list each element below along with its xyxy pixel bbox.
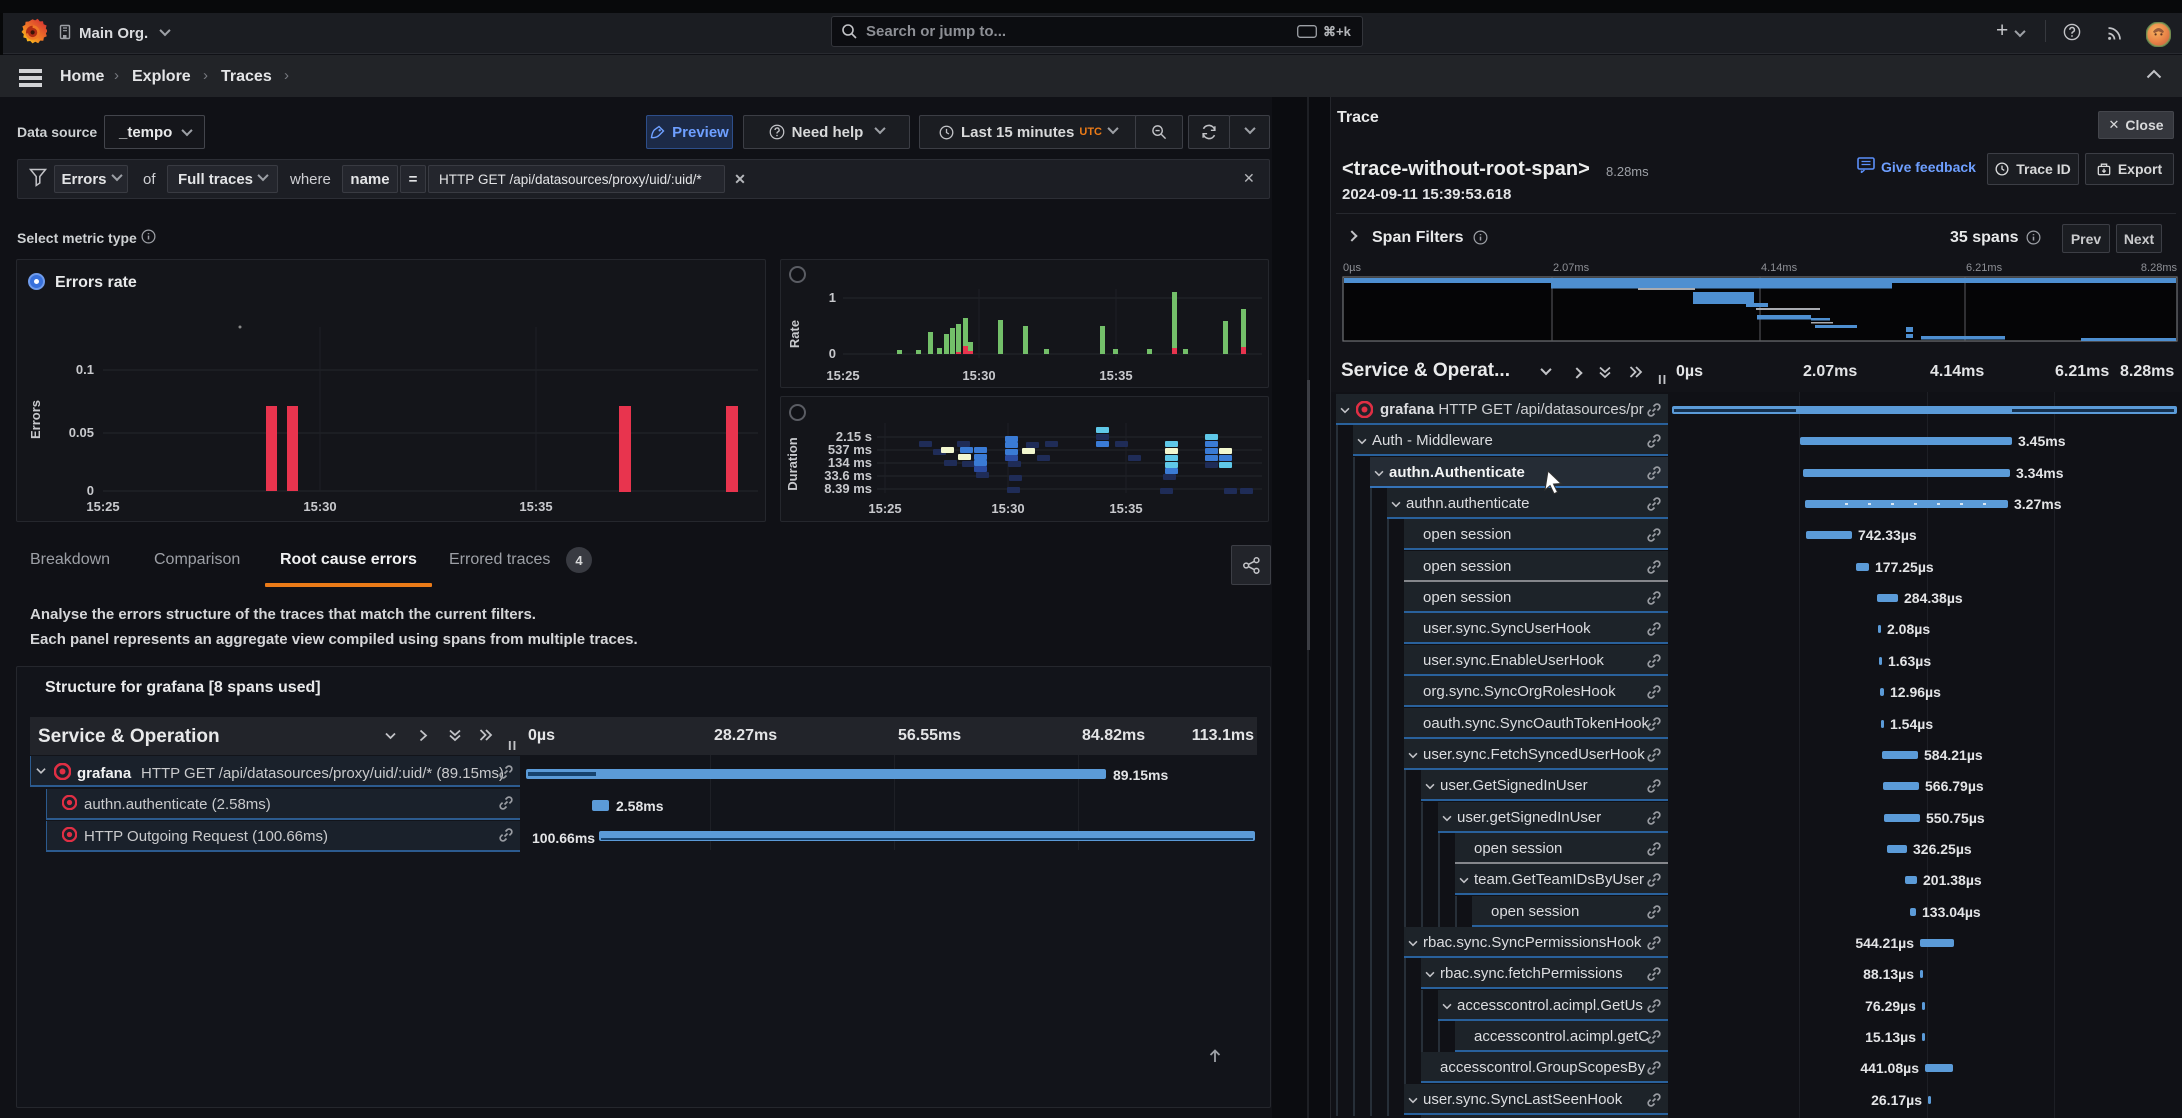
svg-text:0.1: 0.1 <box>76 362 94 377</box>
svg-text:8.28ms: 8.28ms <box>2141 262 2178 274</box>
svg-text:0.05: 0.05 <box>69 425 94 440</box>
svg-text:0µs: 0µs <box>1343 262 1361 274</box>
svg-text:15:35: 15:35 <box>1099 368 1132 383</box>
svg-text:1: 1 <box>829 290 836 305</box>
svg-text:Errors: Errors <box>28 400 43 439</box>
svg-text:0: 0 <box>87 483 94 498</box>
svg-text:15:35: 15:35 <box>1109 501 1142 516</box>
svg-text:15:30: 15:30 <box>991 501 1024 516</box>
svg-text:15:25: 15:25 <box>826 368 859 383</box>
svg-text:4.14ms: 4.14ms <box>1761 262 1798 274</box>
svg-text:15:25: 15:25 <box>868 501 901 516</box>
svg-text:Rate: Rate <box>787 320 802 348</box>
svg-text:0: 0 <box>829 346 836 361</box>
svg-text:15:25: 15:25 <box>86 499 119 514</box>
svg-text:15:35: 15:35 <box>519 499 552 514</box>
svg-text:15:30: 15:30 <box>962 368 995 383</box>
svg-text:6.21ms: 6.21ms <box>1966 262 2003 274</box>
svg-text:8.39 ms: 8.39 ms <box>824 481 872 496</box>
svg-text:2.07ms: 2.07ms <box>1553 262 1590 274</box>
svg-text:Duration: Duration <box>785 437 800 491</box>
svg-text:15:30: 15:30 <box>303 499 336 514</box>
